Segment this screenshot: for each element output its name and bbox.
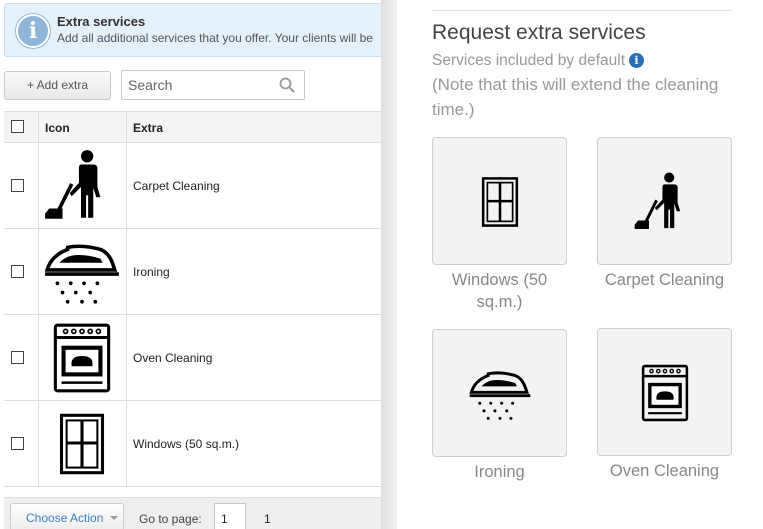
info-banner-title: Extra services <box>57 14 146 29</box>
service-card-label: Oven Cleaning <box>609 462 720 480</box>
table-row[interactable]: Windows (50 sq.m.) <box>4 401 381 487</box>
request-extras-preview: Request extra services Services included… <box>397 0 763 529</box>
oven-icon <box>41 319 123 397</box>
iron-icon <box>41 233 123 311</box>
row-checkbox[interactable] <box>11 437 24 450</box>
column-divider <box>126 401 127 486</box>
extra-name: Windows (50 sq.m.) <box>133 437 240 451</box>
column-header-icon[interactable]: Icon <box>45 121 70 135</box>
service-card-ironing[interactable]: Ironing <box>432 329 567 483</box>
window-icon <box>466 170 534 234</box>
search-icon[interactable] <box>279 77 295 93</box>
service-card-oven-cleaning[interactable]: Oven Cleaning <box>597 328 732 482</box>
choose-action-label: Choose Action <box>26 511 104 525</box>
search-box <box>121 70 305 100</box>
search-input[interactable] <box>128 76 278 94</box>
table-row[interactable]: Ironing <box>4 229 381 315</box>
column-divider <box>38 112 39 142</box>
service-card-box[interactable] <box>432 137 567 265</box>
add-extra-button[interactable]: + Add extra <box>4 71 111 100</box>
divider <box>432 10 732 11</box>
page-count: 1 <box>264 512 271 526</box>
table-row[interactable]: Oven Cleaning <box>4 315 381 401</box>
panel-subtitle: Services included by default i <box>432 52 645 70</box>
service-card-label: Windows (50 sq.m.) <box>451 271 548 311</box>
vacuum-person-icon <box>631 170 699 234</box>
service-card-label: Ironing <box>474 463 525 481</box>
table-header: Icon Extra <box>4 112 381 143</box>
service-card-box[interactable] <box>597 328 732 456</box>
iron-icon <box>466 362 534 426</box>
column-divider <box>126 229 127 314</box>
info-banner-text: Add all additional services that you off… <box>57 31 373 45</box>
table-row[interactable]: Carpet Cleaning <box>4 143 381 229</box>
table-footer: Choose Action Go to page: 1 1 <box>4 497 381 529</box>
column-divider <box>38 229 39 314</box>
column-header-extra[interactable]: Extra <box>133 121 163 135</box>
column-divider <box>38 401 39 486</box>
pane-divider <box>381 0 397 529</box>
column-divider <box>38 315 39 400</box>
extra-name: Oven Cleaning <box>133 351 213 365</box>
extras-table: Icon Extra Carpet Cleaning Ironing Oven … <box>4 111 381 487</box>
select-all-checkbox[interactable] <box>11 120 24 133</box>
column-divider <box>38 143 39 228</box>
service-card-windows[interactable]: Windows (50 sq.m.) <box>432 137 567 313</box>
row-checkbox[interactable] <box>11 265 24 278</box>
service-card-label: Carpet Cleaning <box>604 271 725 289</box>
panel-note: (Note that this will extend the cleaning… <box>432 75 719 119</box>
info-icon: i <box>16 14 50 48</box>
chevron-down-icon <box>110 516 118 520</box>
column-divider <box>126 112 127 142</box>
window-icon <box>41 405 123 483</box>
extras-list-pane: i Extra services Add all additional serv… <box>0 0 381 529</box>
oven-icon <box>631 361 699 425</box>
extra-name: Ironing <box>133 265 170 279</box>
panel-title: Request extra services <box>432 21 646 44</box>
panel-subtitle-text: Services included by default <box>432 52 626 69</box>
service-card-carpet-cleaning[interactable]: Carpet Cleaning <box>597 137 732 291</box>
info-icon[interactable]: i <box>629 53 645 68</box>
column-divider <box>126 315 127 400</box>
service-card-box[interactable] <box>432 329 567 457</box>
row-checkbox[interactable] <box>11 351 24 364</box>
go-to-page-label: Go to page: <box>139 512 202 526</box>
service-card-box[interactable] <box>597 137 732 265</box>
extra-name: Carpet Cleaning <box>133 179 220 193</box>
vacuum-person-icon <box>41 147 123 225</box>
column-divider <box>126 143 127 228</box>
info-banner: i Extra services Add all additional serv… <box>4 3 381 57</box>
page-number-input[interactable]: 1 <box>214 503 246 529</box>
row-checkbox[interactable] <box>11 179 24 192</box>
choose-action-dropdown[interactable]: Choose Action <box>10 503 124 529</box>
